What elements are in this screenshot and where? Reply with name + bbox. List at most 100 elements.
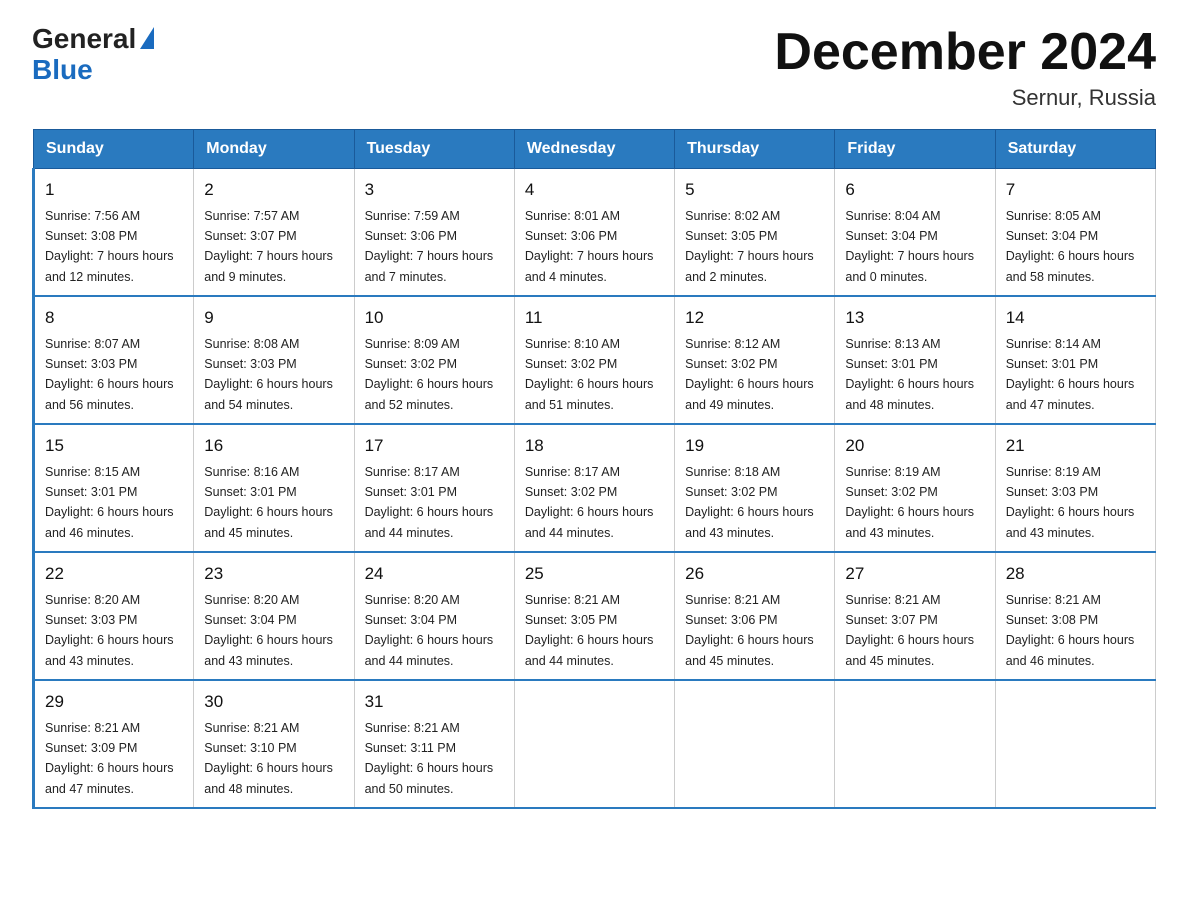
calendar-cell: 9 Sunrise: 8:08 AMSunset: 3:03 PMDayligh… [194,296,354,424]
day-info: Sunrise: 7:57 AMSunset: 3:07 PMDaylight:… [204,209,333,284]
calendar-cell: 2 Sunrise: 7:57 AMSunset: 3:07 PMDayligh… [194,169,354,297]
calendar-cell: 29 Sunrise: 8:21 AMSunset: 3:09 PMDaylig… [34,680,194,808]
day-number: 4 [525,177,664,203]
calendar-cell: 8 Sunrise: 8:07 AMSunset: 3:03 PMDayligh… [34,296,194,424]
calendar-cell: 21 Sunrise: 8:19 AMSunset: 3:03 PMDaylig… [995,424,1155,552]
day-info: Sunrise: 8:10 AMSunset: 3:02 PMDaylight:… [525,337,654,412]
calendar-cell: 23 Sunrise: 8:20 AMSunset: 3:04 PMDaylig… [194,552,354,680]
logo: General Blue [32,24,154,86]
day-info: Sunrise: 8:09 AMSunset: 3:02 PMDaylight:… [365,337,494,412]
day-info: Sunrise: 8:12 AMSunset: 3:02 PMDaylight:… [685,337,814,412]
day-number: 7 [1006,177,1145,203]
calendar-cell: 5 Sunrise: 8:02 AMSunset: 3:05 PMDayligh… [675,169,835,297]
header-sunday: Sunday [34,130,194,169]
header-friday: Friday [835,130,995,169]
calendar-week-row: 1 Sunrise: 7:56 AMSunset: 3:08 PMDayligh… [34,169,1156,297]
calendar-week-row: 29 Sunrise: 8:21 AMSunset: 3:09 PMDaylig… [34,680,1156,808]
calendar-cell: 20 Sunrise: 8:19 AMSunset: 3:02 PMDaylig… [835,424,995,552]
calendar-cell: 18 Sunrise: 8:17 AMSunset: 3:02 PMDaylig… [514,424,674,552]
calendar-cell: 7 Sunrise: 8:05 AMSunset: 3:04 PMDayligh… [995,169,1155,297]
calendar-cell [835,680,995,808]
calendar-cell [514,680,674,808]
day-info: Sunrise: 8:08 AMSunset: 3:03 PMDaylight:… [204,337,333,412]
day-number: 20 [845,433,984,459]
day-info: Sunrise: 8:01 AMSunset: 3:06 PMDaylight:… [525,209,654,284]
day-info: Sunrise: 8:14 AMSunset: 3:01 PMDaylight:… [1006,337,1135,412]
calendar-cell: 28 Sunrise: 8:21 AMSunset: 3:08 PMDaylig… [995,552,1155,680]
day-info: Sunrise: 8:15 AMSunset: 3:01 PMDaylight:… [45,465,174,540]
calendar-cell [675,680,835,808]
header-saturday: Saturday [995,130,1155,169]
day-info: Sunrise: 8:21 AMSunset: 3:06 PMDaylight:… [685,593,814,668]
day-number: 22 [45,561,183,587]
calendar-week-row: 22 Sunrise: 8:20 AMSunset: 3:03 PMDaylig… [34,552,1156,680]
day-number: 6 [845,177,984,203]
header-thursday: Thursday [675,130,835,169]
day-number: 12 [685,305,824,331]
day-number: 15 [45,433,183,459]
day-number: 5 [685,177,824,203]
day-info: Sunrise: 7:59 AMSunset: 3:06 PMDaylight:… [365,209,494,284]
day-number: 18 [525,433,664,459]
day-number: 31 [365,689,504,715]
day-number: 26 [685,561,824,587]
header-wednesday: Wednesday [514,130,674,169]
day-info: Sunrise: 8:19 AMSunset: 3:03 PMDaylight:… [1006,465,1135,540]
day-number: 19 [685,433,824,459]
calendar-cell: 3 Sunrise: 7:59 AMSunset: 3:06 PMDayligh… [354,169,514,297]
day-number: 25 [525,561,664,587]
day-number: 3 [365,177,504,203]
day-info: Sunrise: 8:20 AMSunset: 3:03 PMDaylight:… [45,593,174,668]
day-info: Sunrise: 8:21 AMSunset: 3:08 PMDaylight:… [1006,593,1135,668]
calendar-cell: 4 Sunrise: 8:01 AMSunset: 3:06 PMDayligh… [514,169,674,297]
calendar-cell: 13 Sunrise: 8:13 AMSunset: 3:01 PMDaylig… [835,296,995,424]
calendar-cell: 19 Sunrise: 8:18 AMSunset: 3:02 PMDaylig… [675,424,835,552]
day-number: 2 [204,177,343,203]
day-info: Sunrise: 8:05 AMSunset: 3:04 PMDaylight:… [1006,209,1135,284]
day-number: 24 [365,561,504,587]
calendar-cell: 6 Sunrise: 8:04 AMSunset: 3:04 PMDayligh… [835,169,995,297]
day-info: Sunrise: 8:17 AMSunset: 3:01 PMDaylight:… [365,465,494,540]
day-info: Sunrise: 8:13 AMSunset: 3:01 PMDaylight:… [845,337,974,412]
day-info: Sunrise: 7:56 AMSunset: 3:08 PMDaylight:… [45,209,174,284]
calendar-cell: 15 Sunrise: 8:15 AMSunset: 3:01 PMDaylig… [34,424,194,552]
day-number: 10 [365,305,504,331]
day-number: 30 [204,689,343,715]
calendar-cell: 11 Sunrise: 8:10 AMSunset: 3:02 PMDaylig… [514,296,674,424]
day-number: 14 [1006,305,1145,331]
day-number: 29 [45,689,183,715]
day-info: Sunrise: 8:20 AMSunset: 3:04 PMDaylight:… [365,593,494,668]
calendar-cell: 25 Sunrise: 8:21 AMSunset: 3:05 PMDaylig… [514,552,674,680]
day-info: Sunrise: 8:21 AMSunset: 3:09 PMDaylight:… [45,721,174,796]
logo-triangle-icon [140,27,154,49]
logo-general: General [32,24,136,55]
calendar-cell: 1 Sunrise: 7:56 AMSunset: 3:08 PMDayligh… [34,169,194,297]
calendar-cell: 26 Sunrise: 8:21 AMSunset: 3:06 PMDaylig… [675,552,835,680]
calendar-cell: 14 Sunrise: 8:14 AMSunset: 3:01 PMDaylig… [995,296,1155,424]
day-info: Sunrise: 8:16 AMSunset: 3:01 PMDaylight:… [204,465,333,540]
calendar-cell: 30 Sunrise: 8:21 AMSunset: 3:10 PMDaylig… [194,680,354,808]
calendar-cell: 27 Sunrise: 8:21 AMSunset: 3:07 PMDaylig… [835,552,995,680]
calendar-week-row: 15 Sunrise: 8:15 AMSunset: 3:01 PMDaylig… [34,424,1156,552]
day-number: 16 [204,433,343,459]
day-info: Sunrise: 8:02 AMSunset: 3:05 PMDaylight:… [685,209,814,284]
calendar-header-row: SundayMondayTuesdayWednesdayThursdayFrid… [34,130,1156,169]
header-tuesday: Tuesday [354,130,514,169]
calendar-cell: 31 Sunrise: 8:21 AMSunset: 3:11 PMDaylig… [354,680,514,808]
page-header: General Blue December 2024 Sernur, Russi… [32,24,1156,111]
calendar-cell: 24 Sunrise: 8:20 AMSunset: 3:04 PMDaylig… [354,552,514,680]
day-info: Sunrise: 8:04 AMSunset: 3:04 PMDaylight:… [845,209,974,284]
calendar-cell: 12 Sunrise: 8:12 AMSunset: 3:02 PMDaylig… [675,296,835,424]
day-number: 13 [845,305,984,331]
calendar-subtitle: Sernur, Russia [774,85,1156,111]
day-info: Sunrise: 8:07 AMSunset: 3:03 PMDaylight:… [45,337,174,412]
day-number: 8 [45,305,183,331]
day-info: Sunrise: 8:21 AMSunset: 3:07 PMDaylight:… [845,593,974,668]
day-number: 11 [525,305,664,331]
calendar-week-row: 8 Sunrise: 8:07 AMSunset: 3:03 PMDayligh… [34,296,1156,424]
day-info: Sunrise: 8:21 AMSunset: 3:05 PMDaylight:… [525,593,654,668]
calendar-cell: 17 Sunrise: 8:17 AMSunset: 3:01 PMDaylig… [354,424,514,552]
day-number: 28 [1006,561,1145,587]
calendar-cell: 22 Sunrise: 8:20 AMSunset: 3:03 PMDaylig… [34,552,194,680]
title-section: December 2024 Sernur, Russia [774,24,1156,111]
